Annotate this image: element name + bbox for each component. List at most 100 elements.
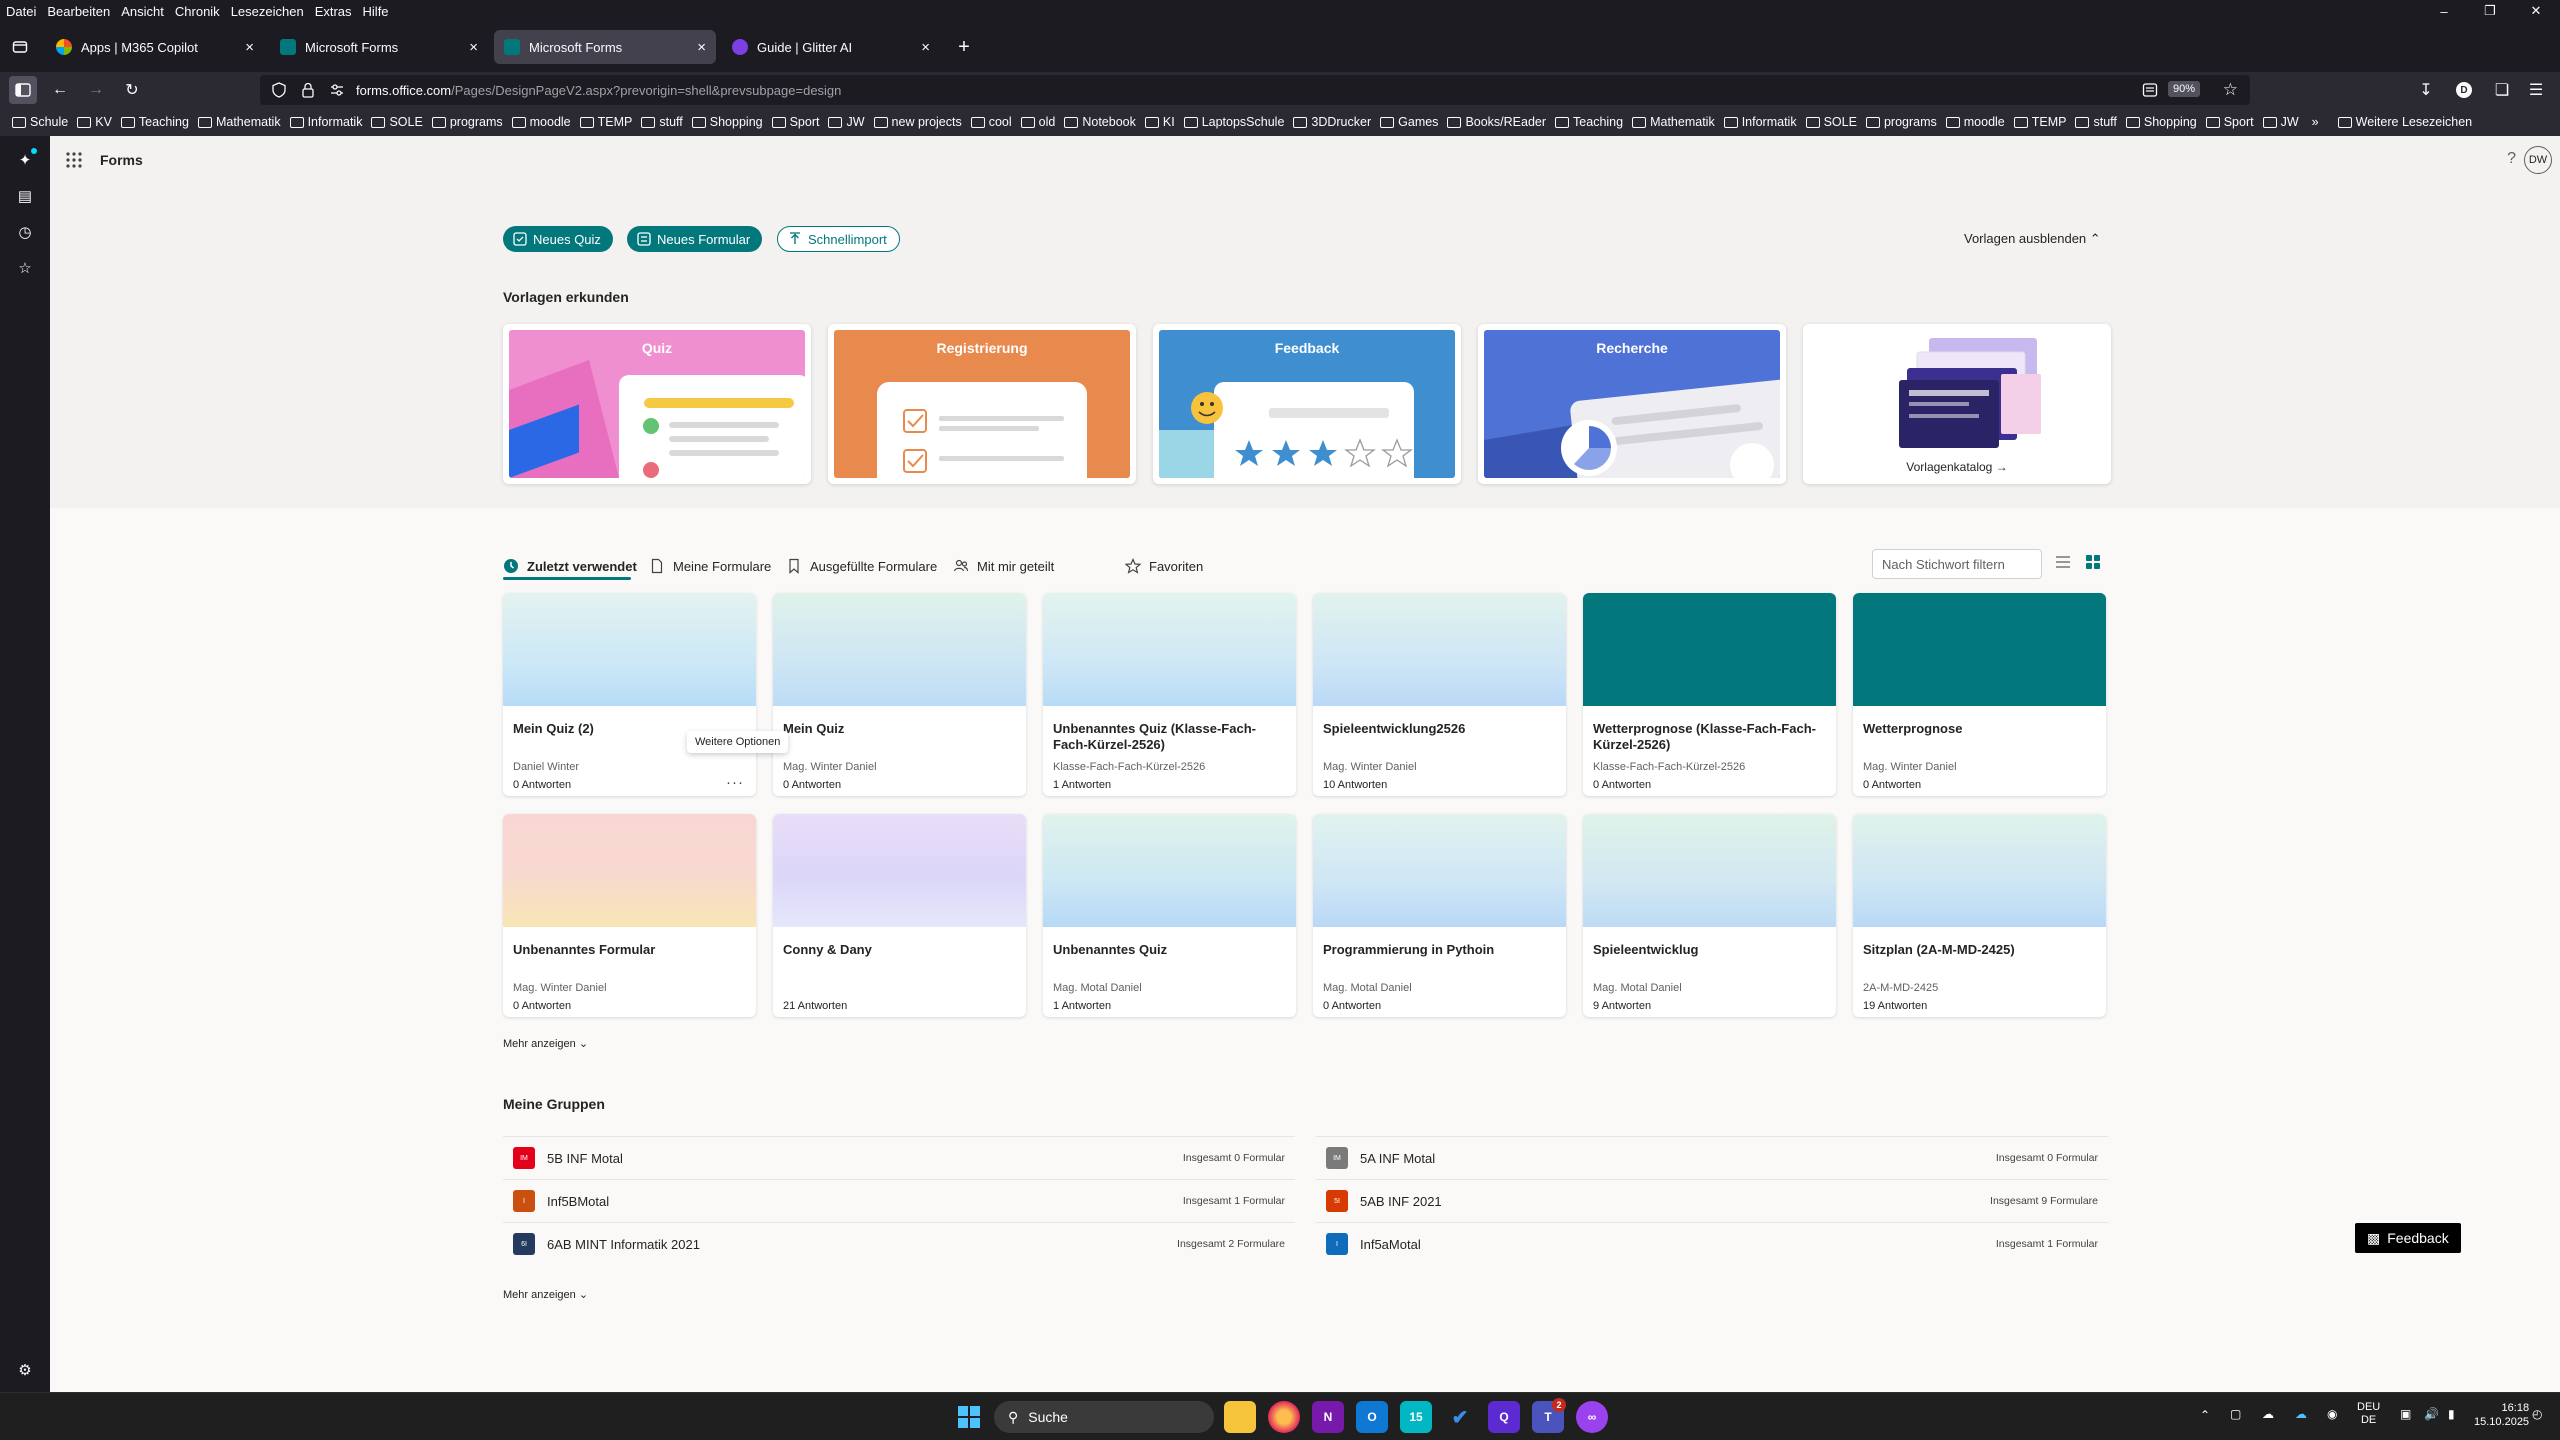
menu-item[interactable]: Extras [315,4,352,19]
group-row[interactable]: IM 5B INF Motal Insgesamt 0 Formular [503,1136,1295,1179]
bookmark-folder[interactable]: Schule [12,115,68,129]
bookmark-folder[interactable]: TEMP [579,115,632,129]
hide-templates-button[interactable]: Vorlagen ausblenden ⌃ [1964,231,2101,247]
shield-icon[interactable] [272,82,286,98]
form-card[interactable]: Unbenanntes Quiz Mag. Motal Daniel 1 Antwo… [1043,814,1296,1017]
form-card[interactable]: Wetterprognose Mag. Winter Daniel 0 Antwor… [1853,593,2106,796]
outlook-icon[interactable]: O [1356,1401,1388,1433]
bookmark-folder[interactable]: LaptopsSchule [1183,115,1284,129]
onenote-icon[interactable]: N [1312,1401,1344,1433]
teams-icon[interactable]: T2 [1532,1398,1566,1433]
group-row[interactable]: I Inf5aMotal Insgesamt 1 Formular [1316,1222,2108,1265]
permissions-icon[interactable] [330,83,344,97]
show-more-groups-link[interactable]: Mehr anzeigen ⌄ [503,1288,588,1301]
browser-tab[interactable]: Apps | M365 Copilot × [46,30,264,64]
app-glitter-icon[interactable]: ∞ [1576,1401,1608,1433]
url-text[interactable]: forms.office.com/Pages/DesignPageV2.aspx… [356,83,841,98]
template-research[interactable]: Recherche [1478,324,1786,484]
sidebar-toggle-icon[interactable] [9,76,37,104]
url-bar[interactable]: forms.office.com/Pages/DesignPageV2.aspx… [260,75,2250,105]
bookmark-folder[interactable]: Teaching [120,115,189,129]
group-row[interactable]: I Inf5BMotal Insgesamt 1 Formular [503,1179,1295,1222]
ai-chatbot-icon[interactable]: ✦ [13,148,37,172]
bookmark-star-icon[interactable]: ☆ [2223,80,2238,100]
form-card[interactable]: Sitzplan (2A-M-MD-2425) 2A-M-MD-2425 19 An… [1853,814,2106,1017]
network-icon[interactable]: ▣ [2400,1407,2411,1421]
tab-overview-icon[interactable] [6,33,34,61]
more-options-icon[interactable]: ··· [726,774,744,791]
close-tab-icon[interactable]: × [469,39,478,56]
group-row[interactable]: 6I 6AB MINT Informatik 2021 Insgesamt 2 Fo… [503,1222,1295,1265]
template-registration[interactable]: Registrierung [828,324,1136,484]
restore-button[interactable]: ❐ [2470,0,2510,22]
other-bookmarks[interactable]: Weitere Lesezeichen [2337,115,2472,129]
back-icon[interactable]: ← [46,76,74,104]
bookmarks-icon[interactable]: ☆ [13,256,37,280]
clock[interactable]: 16:18 15.10.2025 [2474,1401,2529,1429]
close-tab-icon[interactable]: × [697,39,706,56]
form-card[interactable]: Programmierung in Pythoin Mag. Motal Dani… [1313,814,1566,1017]
group-row[interactable]: IM 5A INF Motal Insgesamt 0 Formular [1316,1136,2108,1179]
bookmark-folder[interactable]: Shopping [691,115,763,129]
account-icon[interactable]: D [2450,76,2478,104]
bookmark-folder[interactable]: Informatik [1723,115,1797,129]
grid-view-icon[interactable] [2086,555,2100,569]
bookmark-folder[interactable]: TEMP [2013,115,2066,129]
template-feedback[interactable]: Feedback [1153,324,1461,484]
bookmark-folder[interactable]: SOLE [371,115,423,129]
app-name[interactable]: Forms [100,152,143,168]
bookmark-folder[interactable]: programs [1865,115,1937,129]
battery-icon[interactable]: ▮ [2448,1407,2455,1421]
bookmark-folder[interactable]: moodle [1945,115,2005,129]
bookmark-folder[interactable]: Mathematik [197,115,281,129]
menu-item[interactable]: Ansicht [121,4,164,19]
bookmark-folder[interactable]: old [1020,115,1055,129]
menu-item[interactable]: Bearbeiten [47,4,110,19]
browser-tab-active[interactable]: Microsoft Forms × [494,30,716,64]
help-icon[interactable]: ? [2507,150,2516,168]
menu-item[interactable]: Lesezeichen [231,4,304,19]
close-window-button[interactable]: ✕ [2516,0,2556,22]
form-card[interactable]: Mein Quiz (2) Daniel Winter 0 Antworten ··· [503,593,756,796]
app-q-icon[interactable]: Q [1488,1401,1520,1433]
show-more-forms-link[interactable]: Mehr anzeigen ⌄ [503,1037,588,1050]
bookmark-folder[interactable]: JW [2262,115,2299,129]
calendar-app-icon[interactable]: 15 [1400,1401,1432,1433]
feedback-button[interactable]: ▩ Feedback [2355,1223,2461,1253]
menu-item[interactable]: Hilfe [363,4,389,19]
quick-import-button[interactable]: Schnellimport [777,226,900,252]
new-quiz-button[interactable]: Neues Quiz [503,226,613,252]
bookmark-folder[interactable]: Shopping [2125,115,2197,129]
bookmark-folder[interactable]: Games [1380,115,1438,129]
settings-gear-icon[interactable]: ⚙ [13,1358,37,1382]
bookmark-folder[interactable]: Sport [771,115,819,129]
form-card[interactable]: Mein Quiz Mag. Winter Daniel 0 Antworten [773,593,1026,796]
download-icon[interactable]: ↧ [2412,76,2440,104]
volume-icon[interactable]: 🔊 [2424,1407,2439,1421]
bookmark-folder[interactable]: 3DDrucker [1293,115,1371,129]
group-row[interactable]: 5I 5AB INF 2021 Insgesamt 9 Formulare [1316,1179,2108,1222]
bookmark-folder[interactable]: stuff [641,115,683,129]
file-explorer-icon[interactable] [1224,1401,1256,1433]
windows-start-icon[interactable] [953,1401,985,1433]
browser-tab[interactable]: Microsoft Forms × [270,30,488,64]
cloud-icon[interactable]: ☁ [2262,1407,2274,1421]
more-bookmarks-icon[interactable]: » [2312,115,2319,129]
lock-icon[interactable] [302,82,314,98]
browser-tab[interactable]: Guide | Glitter AI × [722,30,940,64]
tab-filled-forms[interactable]: Ausgefüllte Formulare [786,554,937,578]
bookmark-folder[interactable]: Notebook [1064,115,1136,129]
form-card[interactable]: Spieleentwicklung2526 Mag. Winter Daniel 1… [1313,593,1566,796]
taskbar-search[interactable]: ⚲ Suche [994,1401,1214,1433]
menu-item[interactable]: Datei [6,4,36,19]
firefox-icon[interactable] [1268,1401,1300,1433]
synced-tabs-icon[interactable]: ▤ [13,184,37,208]
close-tab-icon[interactable]: × [921,39,930,56]
close-tab-icon[interactable]: × [245,39,254,56]
template-catalog[interactable]: Vorlagenkatalog → [1803,324,2111,484]
bookmark-folder[interactable]: cool [970,115,1012,129]
form-card[interactable]: Unbenanntes Quiz (Klasse-Fach-Fach-Kürze… [1043,593,1296,796]
bookmark-folder[interactable]: Mathematik [1632,115,1715,129]
new-tab-icon[interactable]: + [950,33,978,61]
keyboard-language[interactable]: DEU DE [2357,1401,2380,1427]
